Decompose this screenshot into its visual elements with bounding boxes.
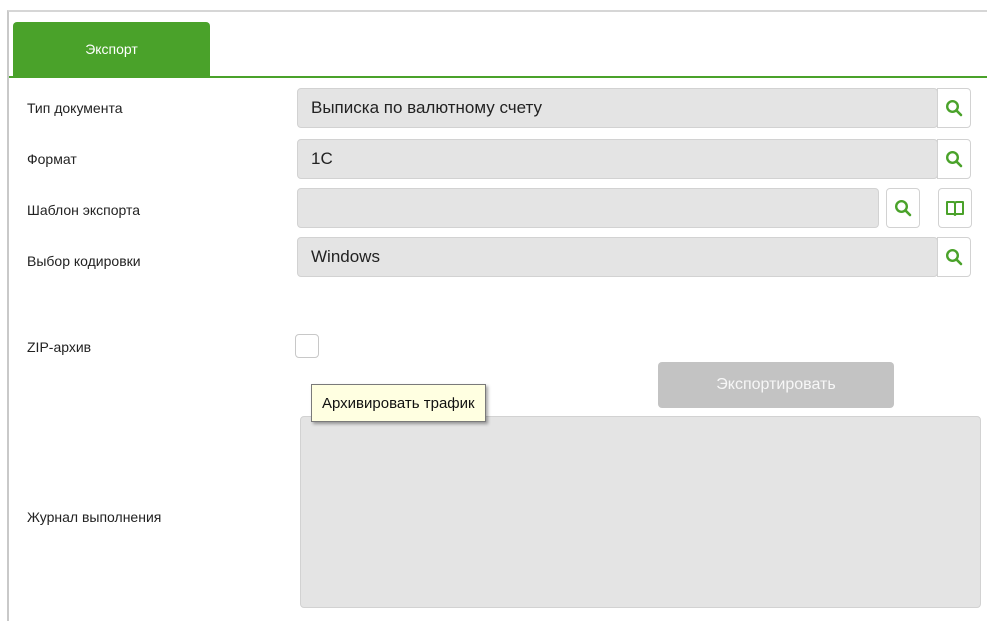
doc-type-value: Выписка по валютному счету bbox=[311, 98, 542, 117]
encoding-field[interactable]: Windows bbox=[297, 237, 938, 277]
zip-label: ZIP-архив bbox=[27, 339, 92, 355]
book-icon bbox=[945, 199, 965, 217]
tab-underline bbox=[9, 76, 987, 78]
template-field[interactable] bbox=[297, 188, 879, 228]
encoding-label: Выбор кодировки bbox=[27, 253, 141, 269]
doc-type-label: Тип документа bbox=[27, 100, 123, 116]
template-label: Шаблон экспорта bbox=[27, 202, 141, 218]
search-icon bbox=[945, 150, 963, 168]
template-book-button[interactable] bbox=[938, 188, 972, 228]
format-value: 1С bbox=[311, 149, 333, 168]
doc-type-search-button[interactable] bbox=[937, 88, 971, 128]
format-field[interactable]: 1С bbox=[297, 139, 938, 179]
encoding-search-button[interactable] bbox=[937, 237, 971, 277]
tab-export[interactable]: Экспорт bbox=[13, 22, 210, 76]
doc-type-field[interactable]: Выписка по валютному счету bbox=[297, 88, 938, 128]
template-search-button[interactable] bbox=[886, 188, 920, 228]
log-label: Журнал выполнения bbox=[27, 509, 162, 525]
export-button[interactable]: Экспортировать bbox=[658, 362, 894, 408]
log-textarea[interactable] bbox=[300, 416, 981, 608]
search-icon bbox=[945, 248, 963, 266]
encoding-value: Windows bbox=[311, 247, 380, 266]
zip-tooltip: Архивировать трафик bbox=[311, 384, 486, 422]
export-button-label: Экспортировать bbox=[716, 376, 836, 393]
format-search-button[interactable] bbox=[937, 139, 971, 179]
format-label: Формат bbox=[27, 151, 77, 167]
tab-export-label: Экспорт bbox=[85, 41, 138, 57]
search-icon bbox=[945, 99, 963, 117]
zip-tooltip-text: Архивировать трафик bbox=[322, 394, 475, 412]
zip-checkbox[interactable] bbox=[295, 334, 319, 358]
search-icon bbox=[894, 199, 912, 217]
